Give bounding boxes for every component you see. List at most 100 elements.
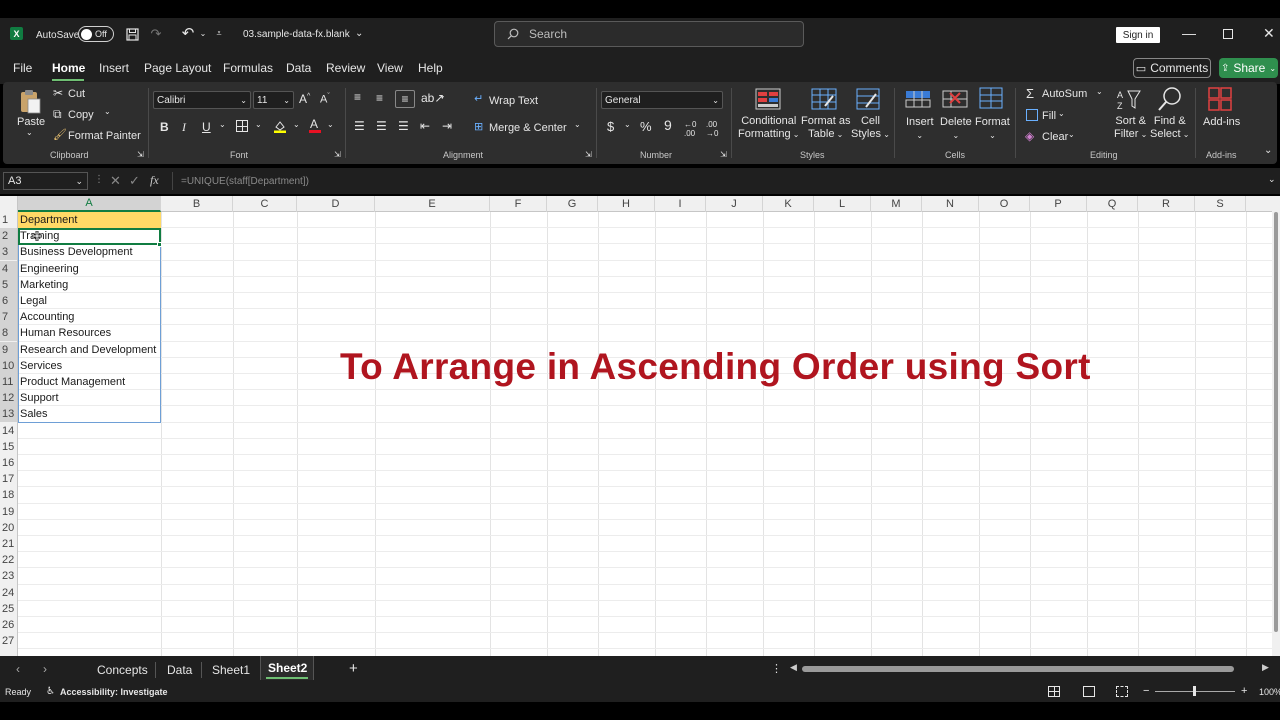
save-icon[interactable] xyxy=(124,26,140,42)
zoom-level[interactable]: 100% xyxy=(1259,687,1280,697)
bold-icon[interactable]: B xyxy=(160,120,169,134)
restore-icon[interactable] xyxy=(1223,29,1233,39)
align-top-icon[interactable]: ≡ xyxy=(354,90,361,104)
column-header[interactable]: J xyxy=(706,196,763,212)
row-header[interactable]: 1 xyxy=(0,212,17,228)
sheet-tab-concepts[interactable]: Concepts xyxy=(97,663,148,677)
row-header[interactable]: 6 xyxy=(0,293,17,309)
row-header[interactable]: 9 xyxy=(0,341,17,358)
formula-input[interactable]: =UNIQUE(staff[Department]) xyxy=(172,172,1268,190)
tab-page-layout[interactable]: Page Layout xyxy=(144,61,211,75)
column-header[interactable]: H xyxy=(598,196,655,212)
font-launcher-icon[interactable]: ⇲ xyxy=(334,150,341,159)
row-header[interactable]: 24 xyxy=(0,585,17,601)
zoom-in-icon[interactable]: + xyxy=(1241,685,1247,697)
currency-icon[interactable]: $ xyxy=(607,119,614,134)
tab-insert[interactable]: Insert xyxy=(99,61,129,75)
insert-cells-button[interactable]: Insert ⌄ xyxy=(906,116,934,142)
add-sheet-icon[interactable]: + xyxy=(349,660,358,677)
expand-formula-icon[interactable]: ⌄ xyxy=(1268,174,1276,185)
column-header[interactable]: I xyxy=(655,196,706,212)
search-box[interactable]: Search xyxy=(494,21,804,47)
row-header[interactable]: 14 xyxy=(0,423,17,439)
column-header[interactable]: N xyxy=(922,196,979,212)
cell-styles-button[interactable]: Cell Styles ⌄ xyxy=(851,115,890,141)
zoom-slider-thumb[interactable] xyxy=(1193,686,1196,696)
merge-center-button[interactable]: Merge & Center xyxy=(489,122,567,134)
row-header[interactable]: 22 xyxy=(0,552,17,568)
minimize-icon[interactable]: — xyxy=(1182,25,1196,41)
vertical-scrollbar[interactable] xyxy=(1272,196,1280,656)
tab-review[interactable]: Review xyxy=(326,61,365,75)
next-sheet-icon[interactable]: › xyxy=(43,662,47,676)
align-left-icon[interactable]: ☰ xyxy=(354,119,365,133)
copy-button[interactable]: Copy xyxy=(68,109,94,121)
format-as-table-button[interactable]: Format as Table ⌄ xyxy=(801,115,851,141)
autosum-button[interactable]: AutoSum xyxy=(1042,88,1087,100)
font-color-chevron-icon[interactable]: ⌄ xyxy=(327,120,334,129)
conditional-formatting-button[interactable]: Conditional Formatting ⌄ xyxy=(738,115,800,141)
tab-data[interactable]: Data xyxy=(286,61,311,75)
row-header[interactable]: 11 xyxy=(0,374,17,390)
chevron-down-icon[interactable]: ⌄ xyxy=(198,27,208,39)
column-header[interactable]: D xyxy=(297,196,375,212)
autosave-toggle[interactable]: Off xyxy=(78,26,114,42)
row-header[interactable]: 20 xyxy=(0,520,17,536)
undo-icon[interactable]: ↶ xyxy=(180,25,196,42)
wrap-text-button[interactable]: Wrap Text xyxy=(489,95,538,107)
format-painter-button[interactable]: Format Painter xyxy=(68,130,141,142)
row-header[interactable]: 3 xyxy=(0,244,17,261)
row-header[interactable]: 12 xyxy=(0,390,17,407)
add-ins-button[interactable]: Add-ins xyxy=(1203,116,1240,128)
column-header[interactable]: M xyxy=(871,196,922,212)
align-bottom-icon[interactable]: ≡ xyxy=(395,90,415,108)
row-header[interactable]: 18 xyxy=(0,487,17,503)
column-header[interactable]: L xyxy=(814,196,871,212)
row-header[interactable]: 8 xyxy=(0,325,17,342)
row-header[interactable]: 4 xyxy=(0,260,17,277)
format-cells-button[interactable]: Format ⌄ xyxy=(975,116,1010,142)
zoom-slider[interactable] xyxy=(1155,686,1235,696)
cut-button[interactable]: Cut xyxy=(68,88,85,100)
tab-formulas[interactable]: Formulas xyxy=(223,61,273,75)
scroll-thumb[interactable] xyxy=(1274,212,1278,632)
row-header[interactable]: 16 xyxy=(0,455,17,471)
insert-function-icon[interactable]: fx xyxy=(150,173,159,188)
tab-home[interactable]: Home xyxy=(52,61,85,75)
increase-decimal-icon[interactable]: ←0.00 xyxy=(684,120,696,138)
row-header[interactable]: 27 xyxy=(0,633,17,649)
customize-toolbar-icon[interactable]: ⩡ xyxy=(214,27,224,39)
alignment-launcher-icon[interactable]: ⇲ xyxy=(585,150,592,159)
row-header[interactable]: 5 xyxy=(0,276,17,293)
horizontal-scrollbar[interactable]: ◀ ▶ xyxy=(790,662,1272,674)
align-center-icon[interactable]: ☰ xyxy=(376,119,387,133)
tab-help[interactable]: Help xyxy=(418,61,443,75)
merge-chevron-icon[interactable]: ⌄ xyxy=(574,120,581,129)
worksheet-grid[interactable]: DepartmentTrainingBusiness DevelopmentEn… xyxy=(18,212,1272,656)
more-options-icon[interactable]: ⋮ xyxy=(771,662,782,675)
column-header[interactable]: O xyxy=(979,196,1030,212)
clear-button[interactable]: Clear xyxy=(1042,131,1068,143)
paste-button[interactable]: Paste xyxy=(17,116,45,128)
confirm-entry-icon[interactable]: ✓ xyxy=(129,173,140,189)
column-header[interactable]: F xyxy=(490,196,547,212)
decrease-decimal-icon[interactable]: .00 →0 xyxy=(706,120,718,138)
tab-view[interactable]: View xyxy=(377,61,403,75)
column-header[interactable]: G xyxy=(547,196,598,212)
scroll-left-icon[interactable]: ◀ xyxy=(790,662,797,673)
underline-chevron-icon[interactable]: ⌄ xyxy=(219,120,226,129)
collapse-ribbon-icon[interactable]: ⌄ xyxy=(1264,145,1272,156)
name-box[interactable]: A3 ⌄ xyxy=(3,172,88,190)
column-header[interactable]: R xyxy=(1138,196,1195,212)
percent-icon[interactable]: % xyxy=(640,119,652,134)
row-header[interactable]: 10 xyxy=(0,357,17,374)
formula-bar-dots-icon[interactable]: ⋮ xyxy=(94,174,104,185)
borders-icon[interactable] xyxy=(236,120,248,132)
normal-view-icon[interactable] xyxy=(1048,686,1060,697)
column-header[interactable]: C xyxy=(233,196,297,212)
accessibility-status[interactable]: Accessibility: Investigate xyxy=(60,687,168,697)
select-all-corner[interactable] xyxy=(0,196,18,212)
font-family-select[interactable]: Calibri ⌄ xyxy=(153,91,251,109)
increase-indent-icon[interactable]: ⇥ xyxy=(442,119,452,133)
column-header[interactable]: Q xyxy=(1087,196,1138,212)
